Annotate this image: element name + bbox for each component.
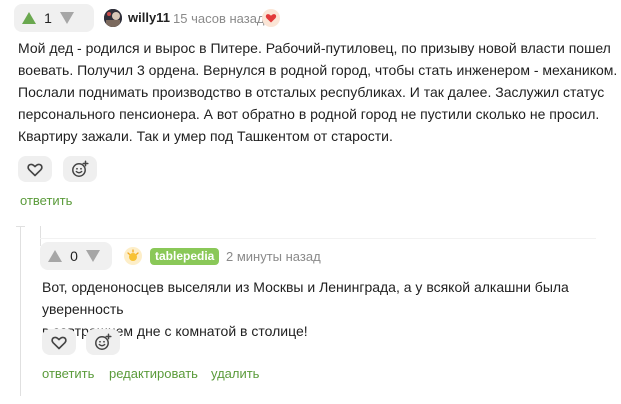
vote-control: 1	[14, 4, 94, 32]
react-button[interactable]	[86, 329, 120, 355]
react-button[interactable]	[63, 156, 97, 182]
comment-text-line: в завтрашнем дне с комнатой в столице!	[42, 323, 308, 339]
edit-link[interactable]: редактировать	[109, 366, 198, 381]
comment-text-line: воевать. Получил 3 ордена. Вернулся в ро…	[18, 62, 618, 78]
like-button[interactable]	[42, 329, 76, 355]
thread-divider	[40, 238, 596, 239]
thread-branch	[40, 226, 41, 246]
comment-text-line: Квартиру зажали. Так и умер под Ташкенто…	[18, 128, 393, 144]
triangle-down-icon	[60, 12, 74, 24]
emoji-plus-icon	[72, 160, 89, 177]
comment-body: Вот, орденоносцев выселяли из Москвы и Л…	[42, 276, 621, 342]
comment-text-line: Послали поднимать производство в отсталы…	[18, 84, 605, 100]
author-name[interactable]: willy11	[128, 10, 170, 25]
author-name[interactable]: tablepedia	[150, 248, 220, 265]
emoji-plus-icon	[95, 333, 112, 350]
thread-line-cap	[16, 226, 25, 227]
avatar[interactable]	[104, 9, 122, 27]
downvote-button[interactable]	[84, 247, 102, 265]
vote-count: 1	[44, 10, 52, 26]
comment-time[interactable]: 2 минуты назад	[226, 249, 321, 264]
reply-link[interactable]: ответить	[42, 366, 94, 381]
user-badge[interactable]	[124, 247, 142, 265]
vote-control: 0	[40, 242, 112, 270]
comment-text-line: персонального пенсионера. А вот обратно …	[18, 106, 600, 122]
avatar-image	[104, 9, 122, 27]
like-button[interactable]	[18, 156, 52, 182]
triangle-up-icon	[48, 250, 62, 262]
triangle-up-icon	[22, 12, 36, 24]
thread-line[interactable]	[20, 226, 21, 396]
comment-text-line: Вот, орденоносцев выселяли из Москвы и Л…	[42, 279, 569, 317]
upvote-button[interactable]	[46, 247, 64, 265]
heart-icon	[51, 336, 67, 349]
heart-icon	[27, 163, 43, 176]
delete-link[interactable]: удалить	[211, 366, 259, 381]
downvote-button[interactable]	[58, 9, 76, 27]
upvote-button[interactable]	[20, 9, 38, 27]
award-badge[interactable]	[262, 9, 280, 27]
comment-body: Мой дед - родился и вырос в Питере. Рабо…	[18, 37, 617, 147]
comment-text-line: Мой дед - родился и вырос в Питере. Рабо…	[18, 40, 611, 56]
reply-link[interactable]: ответить	[20, 193, 72, 208]
heart-badge-icon	[265, 14, 277, 23]
triangle-down-icon	[86, 250, 100, 262]
sun-badge-icon	[127, 249, 139, 261]
vote-count: 0	[70, 248, 78, 264]
comment-time[interactable]: 15 часов назад	[173, 11, 265, 26]
